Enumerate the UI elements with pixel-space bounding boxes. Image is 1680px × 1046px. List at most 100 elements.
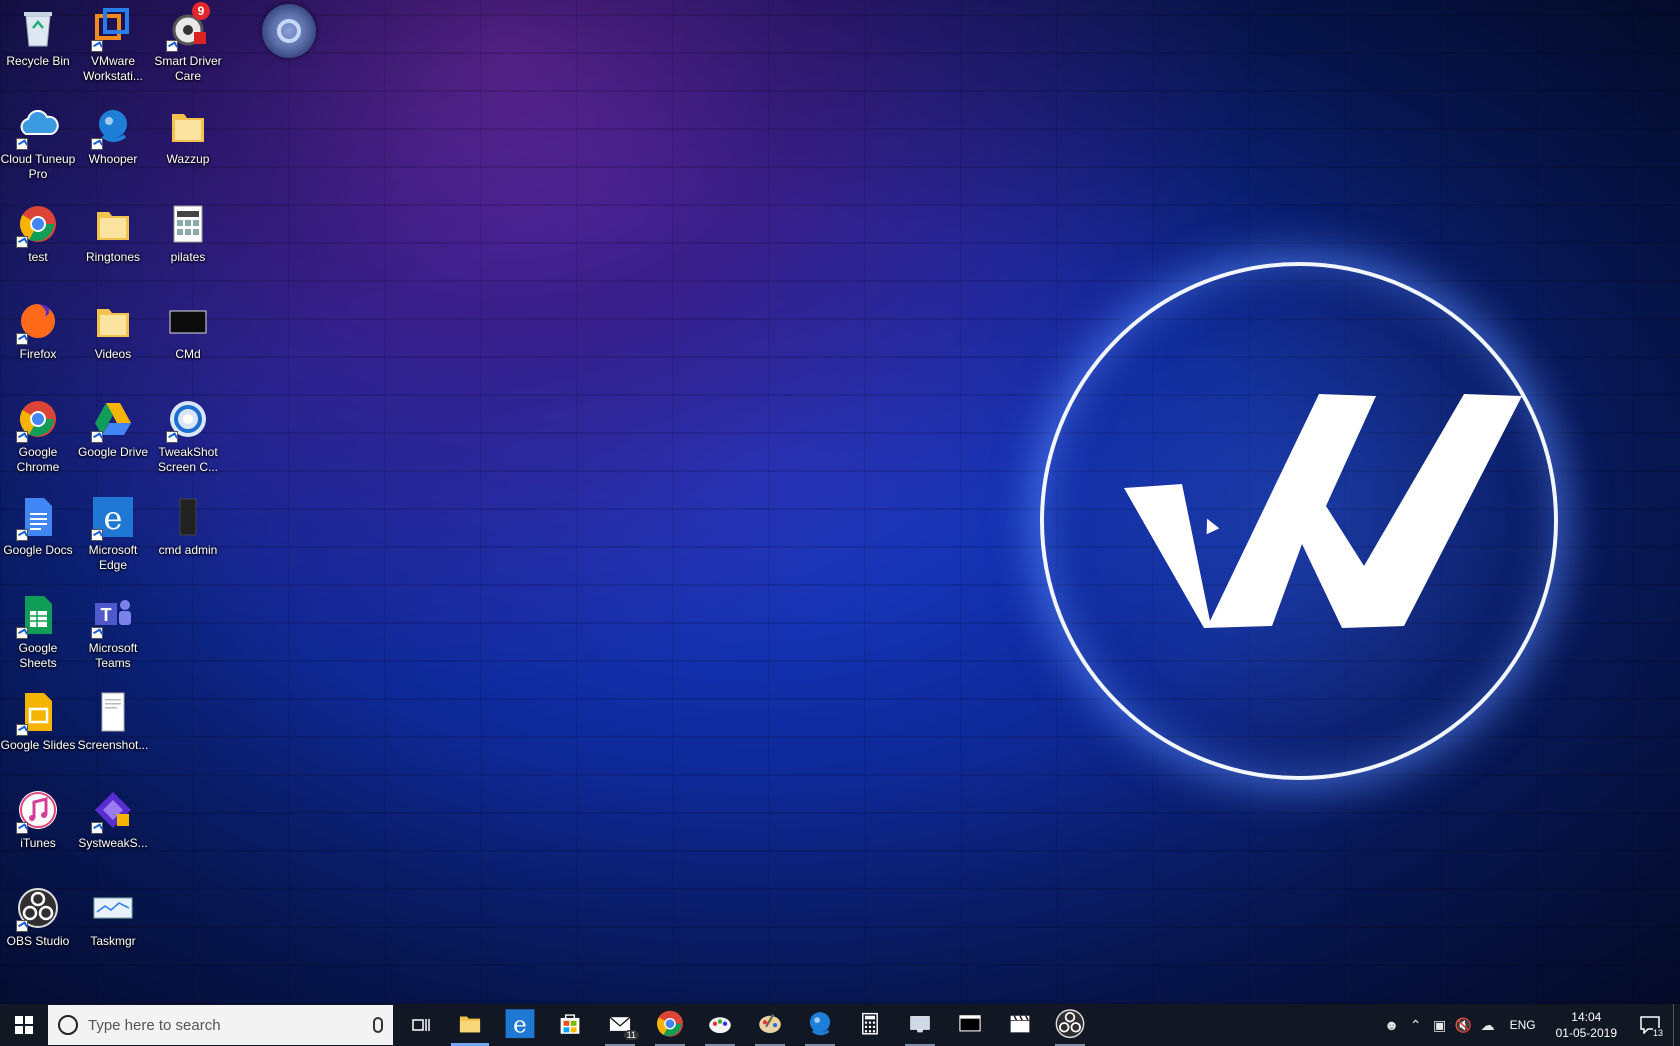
desktop-icon-cmd-admin[interactable]: cmd admin: [150, 489, 226, 581]
shortcut-arrow-icon: [91, 822, 103, 834]
microphone-icon[interactable]: [373, 1017, 383, 1033]
windows-logo-icon: [15, 1016, 33, 1034]
obs-icon: [1054, 1007, 1086, 1042]
image-file-icon: [164, 200, 212, 248]
desktop-icon-vmware-workstati[interactable]: VMware Workstati...: [75, 0, 151, 92]
cmd-icon: [164, 297, 212, 345]
desktop-icon-smart-driver-care[interactable]: 9 Smart Driver Care: [150, 0, 226, 92]
desktop-icon-videos[interactable]: Videos: [75, 293, 151, 385]
systweak-icon: [89, 786, 137, 834]
chrome-icon: [14, 200, 62, 248]
desktop-icon-label: VMware Workstati...: [83, 54, 143, 83]
shortcut-arrow-icon: [16, 333, 28, 345]
taskbar-app-store[interactable]: [545, 1004, 595, 1046]
taskbar-app-whooper[interactable]: [795, 1004, 845, 1046]
desktop-icon-microsoft-teams[interactable]: T Microsoft Teams: [75, 587, 151, 679]
desktop-icon-ringtones[interactable]: Ringtones: [75, 196, 151, 288]
taskbar-app-monitor-app[interactable]: [895, 1004, 945, 1046]
desktop-icon-label: Cloud Tuneup Pro: [0, 152, 76, 181]
input-language[interactable]: ENG: [1500, 1018, 1546, 1032]
taskbar-app-terminal[interactable]: [945, 1004, 995, 1046]
desktop-icon-google-sheets[interactable]: Google Sheets: [0, 587, 76, 679]
action-center-button[interactable]: 13: [1627, 1004, 1673, 1046]
desktop-icon-label: Taskmgr: [90, 934, 136, 948]
folder-icon: [164, 102, 212, 150]
desktop-icon-label: Google Slides: [0, 738, 76, 752]
desktop-icon-itunes[interactable]: iTunes: [0, 782, 76, 874]
onedrive-cloud-icon[interactable]: ☁: [1476, 1004, 1500, 1046]
cortana-icon: [58, 1015, 78, 1035]
desktop-icon-label: SystweakS...: [78, 836, 148, 850]
network-icon[interactable]: ▣: [1428, 1004, 1452, 1046]
desktop-icon-label: Ringtones: [85, 250, 141, 264]
desktop-icon-test[interactable]: test: [0, 196, 76, 288]
smart-driver-care-icon: 9: [164, 2, 212, 52]
desktop-icon-label: OBS Studio: [6, 934, 70, 948]
taskbar-app-paint-app[interactable]: [695, 1004, 745, 1046]
clock-date: 01-05-2019: [1555, 1026, 1617, 1040]
desktop-icon-label: pilates: [170, 250, 206, 264]
desktop-icon-google-docs[interactable]: Google Docs: [0, 489, 76, 581]
shortcut-arrow-icon: [16, 920, 28, 932]
shortcut-arrow-icon: [16, 822, 28, 834]
shortcut-arrow-icon: [91, 138, 103, 150]
taskbar-app-obs[interactable]: [1045, 1004, 1095, 1046]
clock[interactable]: 14:04 01-05-2019: [1546, 1009, 1627, 1041]
desktop: Recycle Bin VMware Workstati... 9 Smart Dri…: [0, 0, 1680, 1004]
teams-icon: T: [89, 591, 137, 639]
google-sheets-icon: [14, 591, 62, 639]
whooper-icon: [89, 102, 137, 150]
shortcut-arrow-icon: [91, 431, 103, 443]
taskbar-app-clapper[interactable]: [995, 1004, 1045, 1046]
show-hidden-icons-icon[interactable]: ⌃: [1404, 1004, 1428, 1046]
desktop-icon-tweakshot-screen-c[interactable]: TweakShot Screen C...: [150, 391, 226, 483]
people-icon[interactable]: ☻: [1380, 1004, 1404, 1046]
taskbar-search-box[interactable]: Type here to search: [48, 1005, 393, 1045]
shortcut-arrow-icon: [166, 40, 178, 52]
clapper-icon: [1004, 1007, 1036, 1042]
desktop-icon-recycle-bin[interactable]: Recycle Bin: [0, 0, 76, 92]
taskbar: Type here to search e 11 ☻ ⌃ ▣ 🔇 ☁ ENG 14…: [0, 1004, 1680, 1046]
desktop-icon-systweaks[interactable]: SystweakS...: [75, 782, 151, 874]
desktop-icon-whooper[interactable]: Whooper: [75, 98, 151, 190]
desktop-icon-taskmgr[interactable]: Taskmgr: [75, 880, 151, 972]
system-tray: ☻ ⌃ ▣ 🔇 ☁ ENG 14:04 01-05-2019 13: [1380, 1004, 1680, 1046]
taskbar-app-calculator[interactable]: [845, 1004, 895, 1046]
shortcut-arrow-icon: [16, 627, 28, 639]
desktop-icon-label: Microsoft Teams: [88, 641, 138, 670]
terminal-icon: [954, 1007, 986, 1042]
monitor-app-icon: [904, 1007, 936, 1042]
taskbar-app-paint-palette[interactable]: [745, 1004, 795, 1046]
desktop-icon-google-drive[interactable]: Google Drive: [75, 391, 151, 483]
desktop-icon-firefox[interactable]: Firefox: [0, 293, 76, 385]
desktop-icon-label: Videos: [94, 347, 132, 361]
taskbar-app-file-explorer[interactable]: [445, 1004, 495, 1046]
desktop-icon-wazzup[interactable]: Wazzup: [150, 98, 226, 190]
desktop-icon-microsoft-edge[interactable]: e Microsoft Edge: [75, 489, 151, 581]
show-desktop-button[interactable]: [1673, 1004, 1680, 1046]
desktop-icon-label: Smart Driver Care: [154, 54, 222, 83]
desktop-icon-google-slides[interactable]: Google Slides: [0, 684, 76, 776]
desktop-icon-label: CMd: [175, 347, 201, 361]
edge-icon: e: [504, 1007, 536, 1042]
desktop-icon-cmd[interactable]: CMd: [150, 293, 226, 385]
shortcut-arrow-icon: [91, 529, 103, 541]
taskbar-app-mail[interactable]: 11: [595, 1004, 645, 1046]
task-view-button[interactable]: [397, 1004, 445, 1046]
tweakshot-icon: [164, 395, 212, 443]
taskmgr-icon: [89, 884, 137, 932]
shortcut-arrow-icon: [91, 40, 103, 52]
taskbar-app-chrome[interactable]: [645, 1004, 695, 1046]
desktop-icon-screenshot[interactable]: Screenshot...: [75, 684, 151, 776]
desktop-icon-obs-studio[interactable]: OBS Studio: [0, 880, 76, 972]
clock-time: 14:04: [1571, 1010, 1602, 1024]
start-button[interactable]: [0, 1004, 48, 1046]
desktop-icon-label: TweakShot Screen C...: [157, 445, 219, 474]
desktop-icon-label: Recycle Bin: [6, 54, 70, 68]
desktop-icon-google-chrome[interactable]: Google Chrome: [0, 391, 76, 483]
volume-muted-icon[interactable]: 🔇: [1452, 1004, 1476, 1046]
taskbar-app-edge[interactable]: e: [495, 1004, 545, 1046]
desktop-icon-cloud-tuneup-pro[interactable]: Cloud Tuneup Pro: [0, 98, 76, 190]
cloud-tuneup-icon: [14, 102, 62, 150]
desktop-icon-pilates[interactable]: pilates: [150, 196, 226, 288]
